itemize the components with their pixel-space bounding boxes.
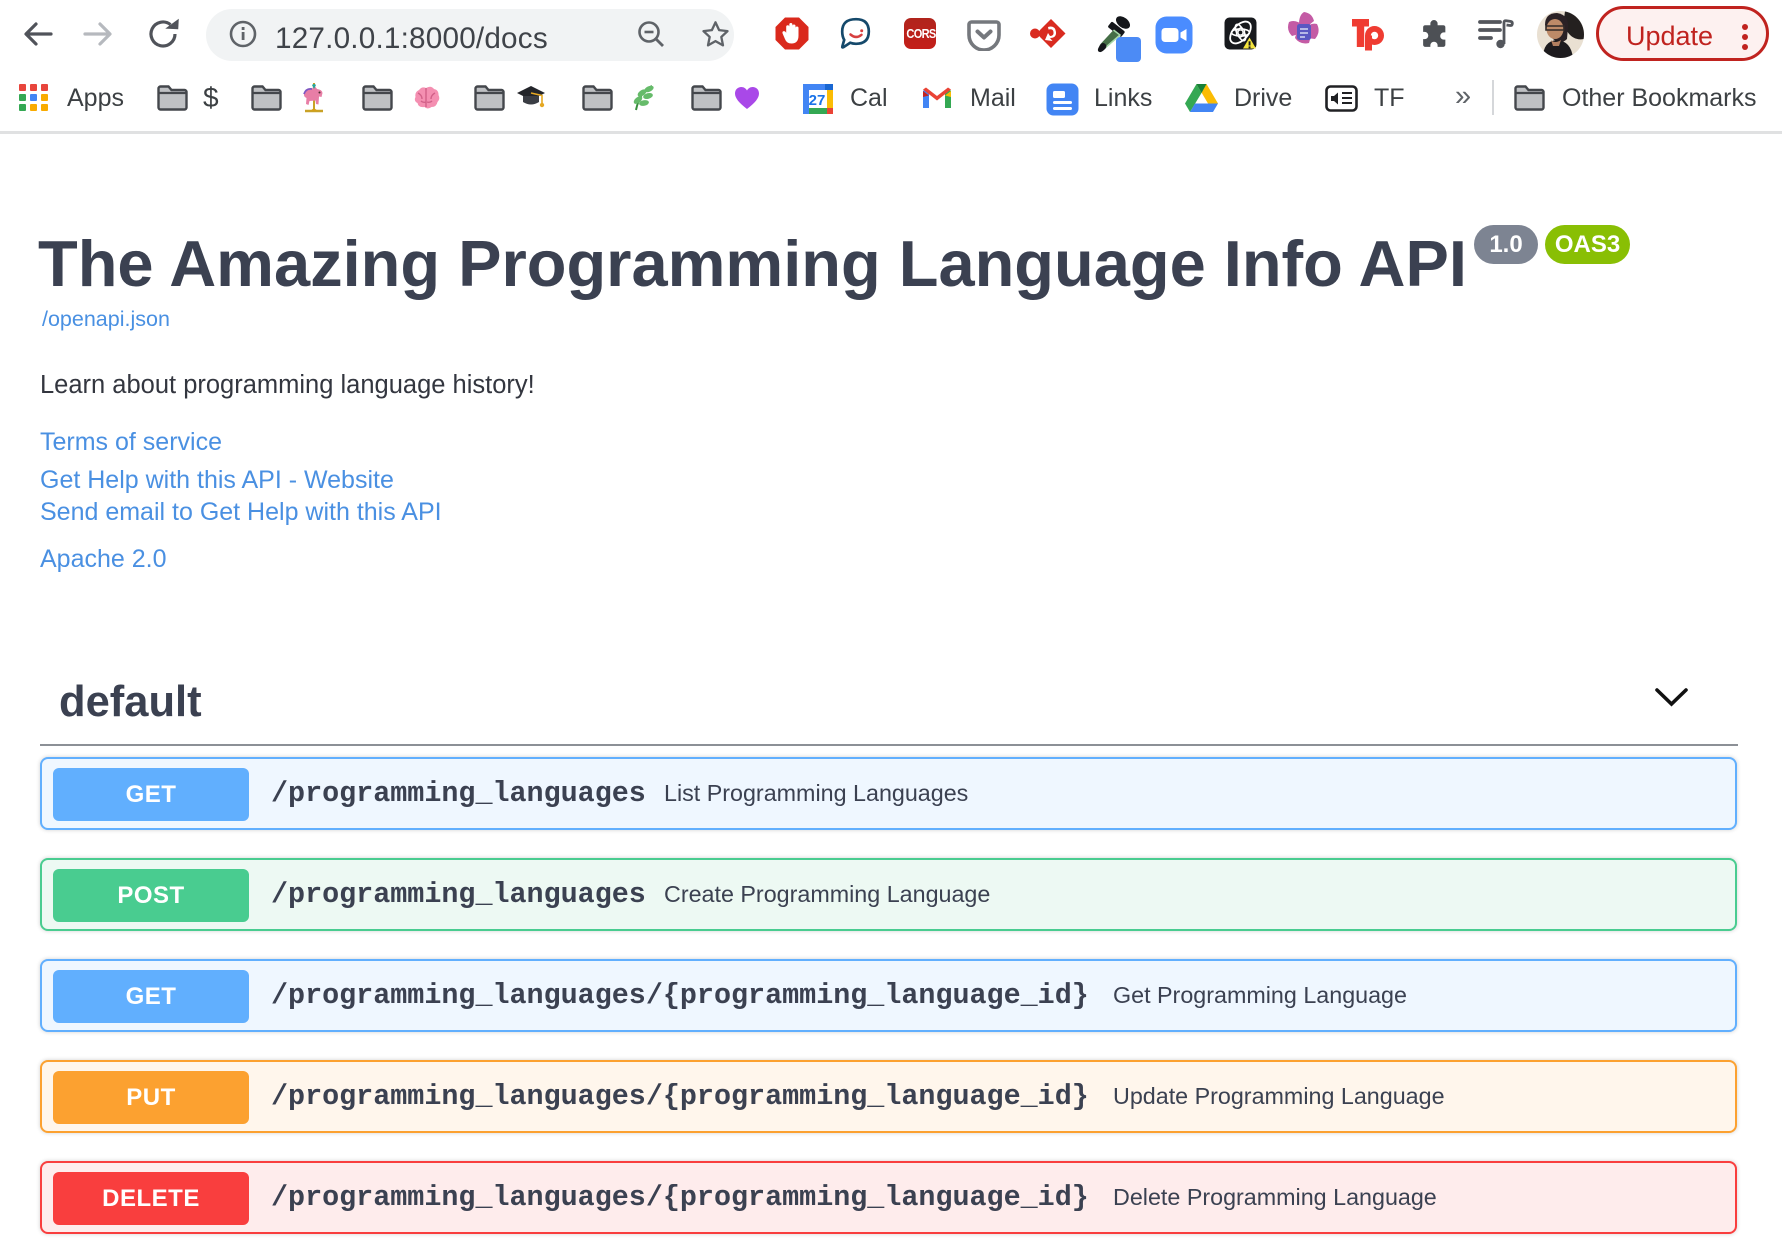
svg-text:27: 27 bbox=[809, 92, 826, 109]
